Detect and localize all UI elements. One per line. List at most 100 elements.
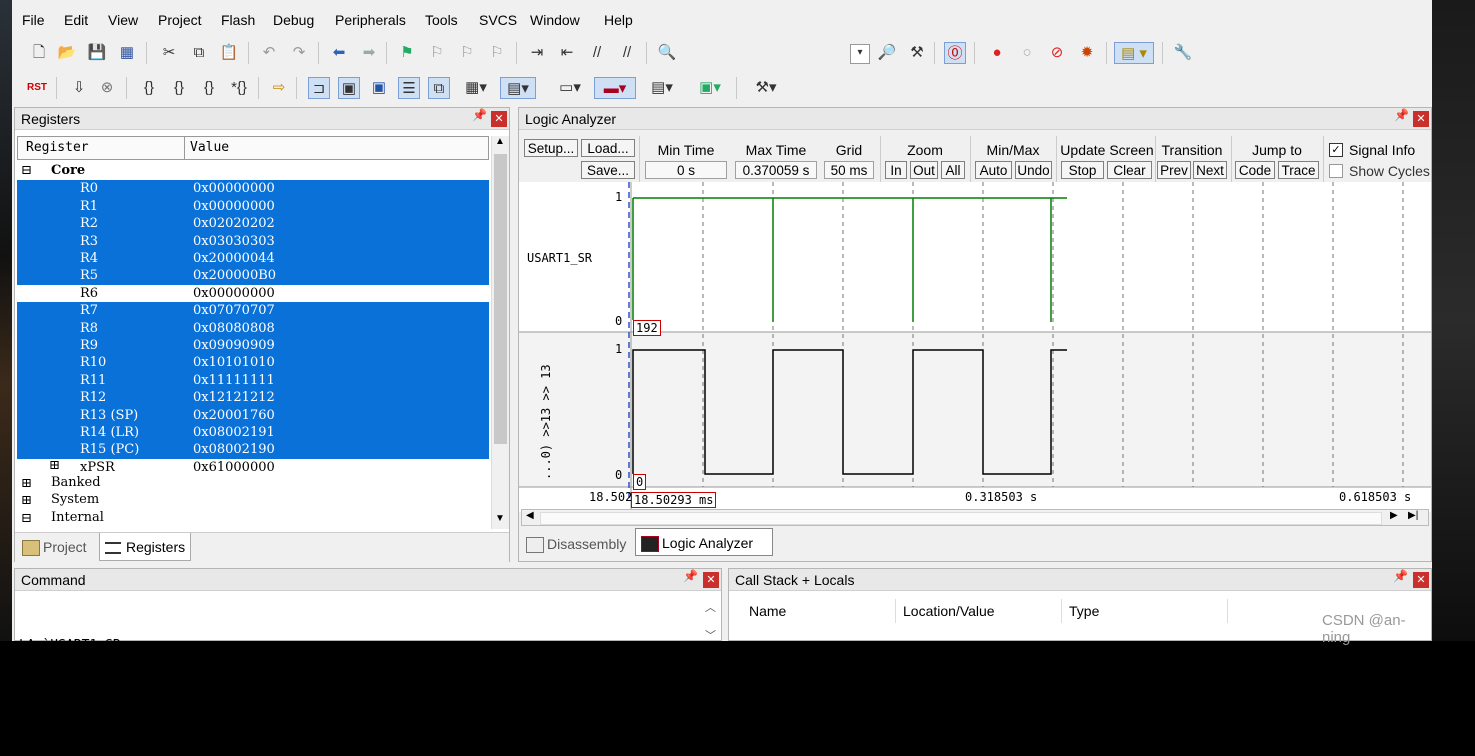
register-value[interactable]: 0x08002191 (193, 424, 275, 441)
reset-icon[interactable]: RST (26, 77, 48, 99)
paste-icon[interactable]: 📋 (218, 42, 240, 64)
scroll-end-icon[interactable]: ▶| (1408, 510, 1418, 521)
register-value[interactable]: 0x07070707 (193, 302, 275, 319)
register-row[interactable]: R14 (LR) 0x08002191 (17, 424, 489, 442)
register-row[interactable]: R2 0x02020202 (17, 215, 489, 233)
zoom-all-button[interactable]: All (941, 161, 965, 179)
tab-logic-analyzer[interactable]: Logic Analyzer (635, 528, 773, 556)
register-value[interactable]: 0x20001760 (193, 407, 275, 424)
menu-window[interactable]: Window (530, 12, 580, 28)
memory-window-icon[interactable]: ▤▾ (500, 77, 536, 99)
stop-button[interactable]: Stop (1061, 161, 1104, 179)
tab-disassembly[interactable]: Disassembly (521, 530, 633, 558)
trace-button[interactable]: Trace (1278, 161, 1319, 179)
signal2-name[interactable]: ...0) >>13 >> 13 (539, 350, 553, 480)
register-row[interactable]: R12 0x12121212 (17, 389, 489, 407)
column-location-value[interactable]: Location/Value (903, 599, 995, 623)
tree-expander-system[interactable]: ⊞ (21, 493, 32, 508)
register-value[interactable]: 0x20000044 (193, 250, 275, 267)
save-all-icon[interactable]: ▦ (116, 42, 138, 64)
column-name[interactable]: Name (749, 599, 786, 623)
register-value[interactable]: 0x10101010 (193, 354, 275, 371)
register-value[interactable]: 0x09090909 (193, 337, 275, 354)
nav-forward-icon[interactable]: ➡ (358, 42, 380, 64)
register-value[interactable]: 0x00000000 (193, 285, 275, 302)
tab-registers[interactable]: Registers (99, 533, 191, 561)
symbols-window-icon[interactable]: ▣ (368, 77, 390, 99)
cut-icon[interactable]: ✂ (158, 42, 180, 64)
window-select-icon[interactable]: ▤ ▾ (1114, 42, 1154, 64)
bookmark-icon[interactable]: ⚑ (396, 42, 418, 64)
serial-window-icon[interactable]: ▭▾ (552, 77, 588, 99)
menu-view[interactable]: View (108, 12, 138, 28)
zoom-out-button[interactable]: Out (910, 161, 938, 179)
pin-icon[interactable]: 📌 (1393, 569, 1408, 583)
group-banked[interactable]: Banked (51, 475, 101, 490)
show-next-statement-icon[interactable]: ⇨ (268, 77, 290, 99)
register-row[interactable]: R7 0x07070707 (17, 302, 489, 320)
breakpoint-kill-all-icon[interactable]: ✹ (1076, 42, 1098, 64)
step-over-icon[interactable]: {} (168, 77, 190, 99)
menu-edit[interactable]: Edit (64, 12, 88, 28)
prev-button[interactable]: Prev (1157, 161, 1191, 179)
register-row[interactable]: R1 0x00000000 (17, 197, 489, 216)
register-value[interactable]: 0x08080808 (193, 320, 275, 337)
pin-icon[interactable]: 📌 (472, 108, 487, 122)
close-icon[interactable]: ✕ (1413, 111, 1429, 127)
open-folder-icon[interactable]: 📂 (56, 42, 78, 64)
new-file-icon[interactable]: 🗋 (28, 42, 50, 64)
register-value[interactable]: 0x61000000 (193, 459, 275, 476)
run-to-cursor-icon[interactable]: *{} (228, 77, 250, 99)
pin-icon[interactable]: 📌 (683, 569, 698, 583)
register-row[interactable]: R5 0x200000B0 (17, 267, 489, 285)
register-row[interactable]: R8 0x08080808 (17, 319, 489, 337)
toolbox-icon[interactable]: ⚒▾ (746, 77, 786, 99)
menu-help[interactable]: Help (604, 12, 633, 28)
scroll-thumb[interactable] (540, 512, 1382, 525)
register-value[interactable]: 0x00000000 (193, 180, 275, 197)
clear-button[interactable]: Clear (1107, 161, 1152, 179)
disassembly-window-icon[interactable]: ▣ (338, 77, 360, 99)
tab-project[interactable]: Project (17, 533, 97, 561)
waveform-area[interactable] (519, 182, 1431, 538)
tree-expander-xpsr[interactable]: ⊞ (49, 458, 60, 473)
breakpoint-icon[interactable]: ● (986, 42, 1008, 64)
setup-button[interactable]: Setup... (524, 139, 578, 157)
signal-info-checkbox[interactable]: ✓ (1329, 143, 1343, 157)
copy-icon[interactable]: ⧉ (188, 42, 210, 64)
column-type[interactable]: Type (1069, 599, 1099, 623)
group-system[interactable]: System (51, 492, 99, 507)
bookmark-clear-icon[interactable]: ⚐ (486, 42, 508, 64)
code-button[interactable]: Code (1235, 161, 1275, 179)
close-icon[interactable]: ✕ (1413, 572, 1429, 588)
register-value[interactable]: 0x08002190 (193, 441, 275, 458)
scroll-right-icon[interactable]: ▶ (1390, 510, 1398, 521)
save-icon[interactable]: 💾 (86, 42, 108, 64)
save-button[interactable]: Save... (581, 161, 635, 179)
register-row[interactable]: R11 0x11111111 (17, 371, 489, 390)
scroll-thumb[interactable] (494, 154, 507, 444)
register-value[interactable]: 0x03030303 (193, 233, 275, 250)
find-in-files-icon[interactable]: 🔍 (656, 42, 678, 64)
menu-debug[interactable]: Debug (273, 12, 314, 28)
command-output[interactable]: LA `USART1_SR LA ((PORTC & 0x00002000) >… (19, 596, 418, 756)
debug-session-icon[interactable]: ⓪ (944, 42, 966, 64)
pin-icon[interactable]: 📌 (1394, 108, 1409, 122)
tree-expander-internal[interactable]: ⊟ (21, 511, 32, 526)
column-value[interactable]: Value (190, 140, 229, 155)
tree-expander-banked[interactable]: ⊞ (21, 476, 32, 491)
call-stack-window-icon[interactable]: ⧉ (428, 77, 450, 99)
find-icon[interactable]: 🔎 (876, 42, 898, 64)
bookmark-prev-icon[interactable]: ⚐ (426, 42, 448, 64)
watch-window-icon[interactable]: ▦▾ (458, 77, 494, 99)
bookmark-next-icon[interactable]: ⚐ (456, 42, 478, 64)
menu-file[interactable]: File (22, 12, 45, 28)
breakpoint-disable-all-icon[interactable]: ⊘ (1046, 42, 1068, 64)
redo-icon[interactable]: ↷ (288, 42, 310, 64)
stop-icon[interactable]: ⊗ (96, 77, 118, 99)
registers-scrollbar[interactable]: ▲ ▼ (491, 136, 509, 529)
uncomment-icon[interactable]: // (616, 42, 638, 64)
step-into-icon[interactable]: {} (138, 77, 160, 99)
breakpoint-disable-icon[interactable]: ○ (1016, 42, 1038, 64)
registers-window-icon[interactable]: ☰ (398, 77, 420, 99)
